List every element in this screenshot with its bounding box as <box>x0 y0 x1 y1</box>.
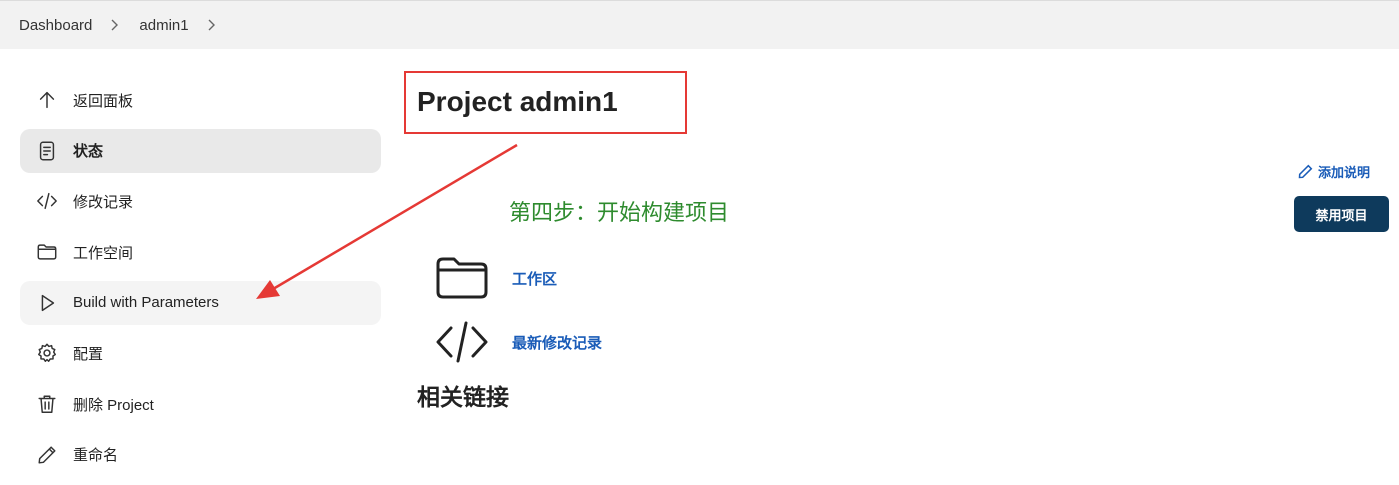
folder-icon <box>434 254 490 302</box>
workspace-link[interactable]: 工作区 <box>512 268 557 289</box>
recent-changes-link[interactable]: 最新修改记录 <box>512 332 602 353</box>
trash-icon <box>35 392 59 416</box>
gear-icon <box>35 341 59 365</box>
sidebar-item-label: 返回面板 <box>73 92 134 110</box>
arrow-up-icon <box>35 88 59 112</box>
sidebar-item-changes[interactable]: 修改记录 <box>20 179 381 223</box>
disable-project-button[interactable]: 禁用项目 <box>1294 196 1389 232</box>
add-description-label: 添加说明 <box>1318 165 1371 180</box>
workspace-link-row[interactable]: 工作区 <box>434 254 557 302</box>
sidebar-item-label: 工作空间 <box>73 244 134 262</box>
play-icon <box>35 291 59 315</box>
annotation-step-text: 第四步：开始构建项目 <box>509 200 730 225</box>
pencil-icon <box>1298 164 1313 179</box>
sidebar-item-configure[interactable]: 配置 <box>20 331 381 375</box>
document-icon <box>35 139 59 163</box>
sidebar: 返回面板 状态 修改记录 工作空间 Build with Parameters … <box>20 78 381 484</box>
sidebar-item-back-to-dashboard[interactable]: 返回面板 <box>20 78 381 122</box>
sidebar-item-rename[interactable]: 重命名 <box>20 433 381 477</box>
sidebar-item-label: 删除 Project <box>73 396 154 414</box>
sidebar-item-workspace[interactable]: 工作空间 <box>20 230 381 274</box>
sidebar-item-label: Build with Parameters <box>73 294 219 312</box>
add-description-link[interactable]: 添加说明 <box>1298 162 1370 181</box>
recent-changes-link-row[interactable]: 最新修改记录 <box>434 318 602 366</box>
chevron-right-icon[interactable] <box>110 18 119 32</box>
page-title: Project admin1 <box>417 86 618 117</box>
sidebar-item-label: 状态 <box>73 143 104 161</box>
code-icon <box>35 189 59 213</box>
sidebar-item-label: 配置 <box>73 345 104 363</box>
sidebar-item-label: 重命名 <box>73 447 119 465</box>
sidebar-item-delete-project[interactable]: 删除 Project <box>20 382 381 426</box>
breadcrumb-dashboard[interactable]: Dashboard <box>19 17 92 34</box>
sidebar-item-build-with-parameters[interactable]: Build with Parameters <box>20 280 381 325</box>
related-links-heading: 相关链接 <box>417 384 509 410</box>
pencil-icon <box>35 443 59 467</box>
chevron-right-icon[interactable] <box>207 18 216 32</box>
breadcrumb-admin1[interactable]: admin1 <box>139 17 188 34</box>
folder-icon <box>35 240 59 264</box>
sidebar-item-label: 修改记录 <box>73 193 134 211</box>
sidebar-item-status[interactable]: 状态 <box>20 128 381 173</box>
code-icon <box>434 318 490 366</box>
breadcrumb: Dashboard admin1 <box>0 0 1399 49</box>
